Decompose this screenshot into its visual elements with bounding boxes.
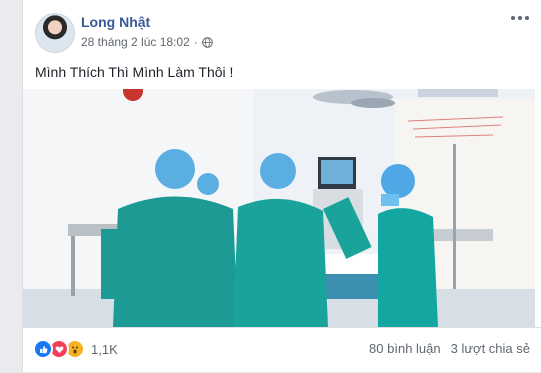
- more-options-icon[interactable]: [511, 12, 531, 24]
- post-meta: 28 tháng 2 lúc 18:02 ·: [81, 35, 213, 49]
- reaction-count[interactable]: 1,1K: [91, 342, 118, 357]
- post-footer: 1,1K 80 bình luận 3 lượt chia sẻ: [23, 327, 541, 373]
- globe-icon[interactable]: [201, 36, 213, 48]
- like-icon: [33, 339, 53, 359]
- post-author-name[interactable]: Long Nhật: [81, 14, 150, 30]
- comments-count-link[interactable]: 80 bình luận: [369, 341, 441, 356]
- post-stats: 80 bình luận 3 lượt chia sẻ: [369, 341, 530, 356]
- post-timestamp[interactable]: 28 tháng 2 lúc 18:02: [81, 35, 190, 49]
- feed-post: Long Nhật 28 tháng 2 lúc 18:02 · Mình Th…: [22, 0, 541, 372]
- meta-separator: ·: [193, 35, 198, 49]
- post-text: Mình Thích Thì Mình Làm Thôi !: [35, 64, 234, 80]
- avatar[interactable]: [35, 13, 75, 53]
- shares-count-link[interactable]: 3 lượt chia sẻ: [451, 341, 530, 356]
- feed-background: [0, 0, 22, 372]
- post-photo[interactable]: [23, 89, 535, 327]
- reactions-summary[interactable]: 1,1K: [33, 339, 118, 359]
